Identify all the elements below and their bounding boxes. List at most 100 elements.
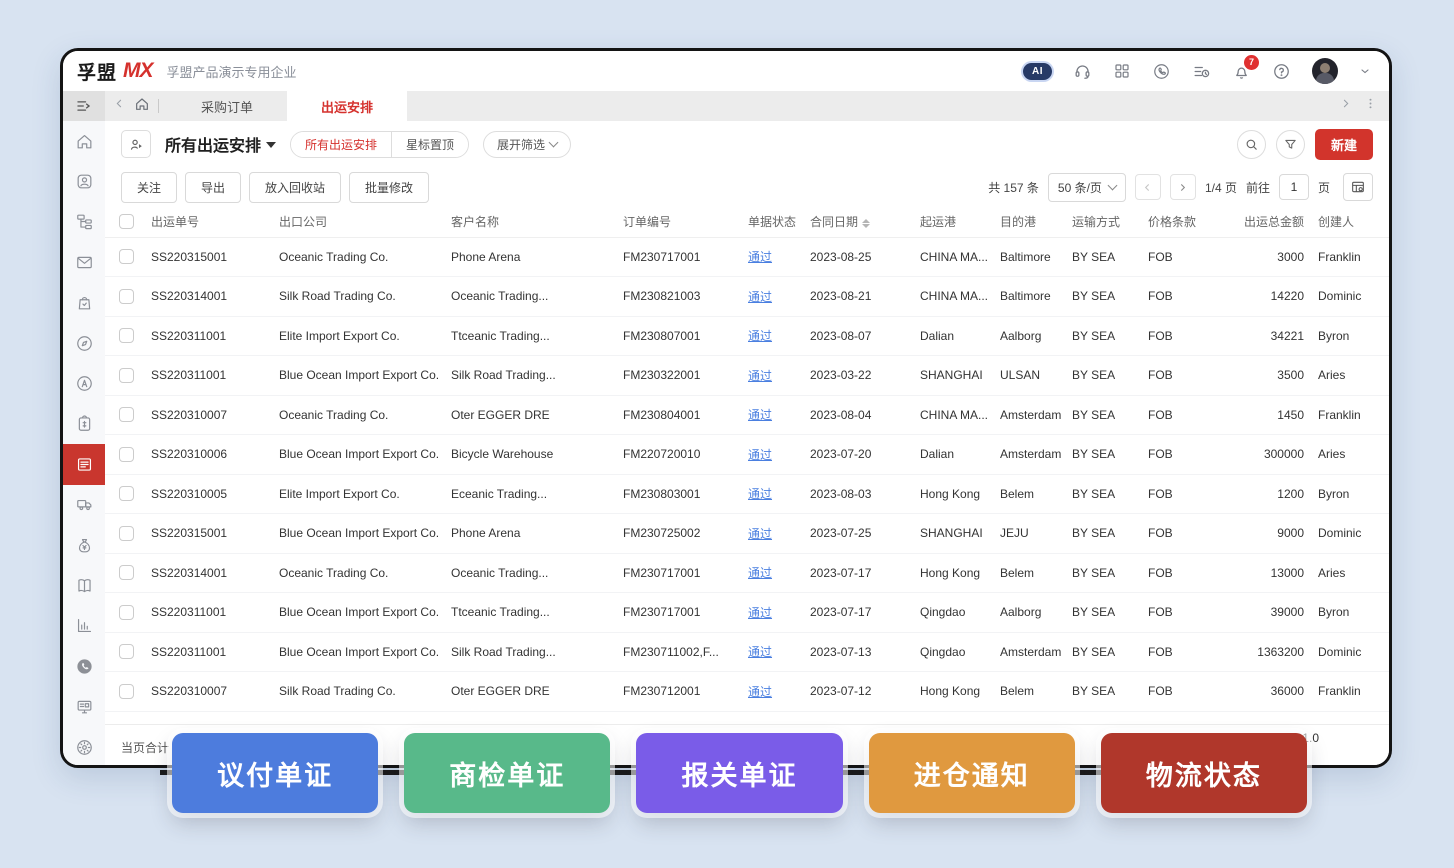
- batch-edit-button[interactable]: 批量修改: [349, 172, 429, 203]
- home-tab-icon[interactable]: [134, 96, 150, 117]
- tab-purchase-orders[interactable]: 采购订单: [167, 91, 287, 121]
- row-checkbox[interactable]: [119, 684, 134, 699]
- status-link[interactable]: 通过: [748, 448, 772, 462]
- sidebar-item-home[interactable]: [63, 121, 105, 161]
- flow-button-商检单证[interactable]: 商检单证: [404, 733, 610, 813]
- row-checkbox[interactable]: [119, 644, 134, 659]
- prev-page-button[interactable]: [1135, 174, 1161, 200]
- tab-shipping-arrangement[interactable]: 出运安排: [287, 91, 407, 121]
- sidebar-item-shipping-doc[interactable]: [63, 444, 105, 484]
- status-link[interactable]: 通过: [748, 645, 772, 659]
- follow-button[interactable]: 关注: [121, 172, 177, 203]
- status-link[interactable]: 通过: [748, 369, 772, 383]
- cell-customer: Silk Road Trading...: [447, 632, 619, 672]
- expand-filter-button[interactable]: 展开筛选: [483, 131, 571, 158]
- sidebar-item-compass[interactable]: [63, 323, 105, 363]
- sidebar-item-quote-clipboard[interactable]: [63, 404, 105, 444]
- help-icon[interactable]: [1272, 62, 1291, 81]
- pill-all-shipments[interactable]: 所有出运安排: [291, 132, 391, 157]
- funnel-filter-icon[interactable]: [1276, 130, 1305, 159]
- user-filter-icon[interactable]: [121, 130, 151, 158]
- sidebar-item-audit-a[interactable]: [63, 363, 105, 403]
- export-button[interactable]: 导出: [185, 172, 241, 203]
- history-list-icon[interactable]: [1192, 62, 1211, 81]
- row-checkbox[interactable]: [119, 486, 134, 501]
- cell-contract_date: 2023-07-20: [806, 435, 916, 475]
- status-link[interactable]: 通过: [748, 606, 772, 620]
- status-link[interactable]: 通过: [748, 566, 772, 580]
- whatsapp-icon[interactable]: [1152, 62, 1171, 81]
- sidebar-item-finance-money[interactable]: [63, 525, 105, 565]
- new-button[interactable]: 新建: [1315, 129, 1373, 160]
- column-header[interactable]: 合同日期: [806, 207, 916, 237]
- sidebar-item-report-chart[interactable]: [63, 606, 105, 646]
- sidebar-item-org-chart[interactable]: [63, 202, 105, 242]
- row-checkbox[interactable]: [119, 289, 134, 304]
- table-row[interactable]: SS220311001Blue Ocean Import Export Co.S…: [105, 356, 1389, 396]
- pagination: 共 157 条 50 条/页 1/4 页 前往 页: [988, 173, 1373, 202]
- headset-support-icon[interactable]: [1073, 62, 1092, 81]
- ai-assistant-icon[interactable]: AI: [1023, 63, 1052, 80]
- status-link[interactable]: 通过: [748, 487, 772, 501]
- table-row[interactable]: SS220314001Silk Road Trading Co.Oceanic …: [105, 277, 1389, 317]
- sort-icon[interactable]: [862, 219, 870, 228]
- sidebar-collapse-icon[interactable]: [63, 91, 105, 121]
- row-checkbox[interactable]: [119, 249, 134, 264]
- table-row[interactable]: SS220311001Blue Ocean Import Export Co.T…: [105, 593, 1389, 633]
- recycle-bin-button[interactable]: 放入回收站: [249, 172, 341, 203]
- apps-grid-icon[interactable]: [1113, 62, 1131, 80]
- search-icon[interactable]: [1237, 130, 1266, 159]
- status-link[interactable]: 通过: [748, 329, 772, 343]
- row-checkbox[interactable]: [119, 447, 134, 462]
- next-page-button[interactable]: [1170, 174, 1196, 200]
- sidebar-item-mail[interactable]: [63, 242, 105, 282]
- row-checkbox[interactable]: [119, 565, 134, 580]
- table-row[interactable]: SS220315001Oceanic Trading Co.Phone Aren…: [105, 237, 1389, 277]
- cell-ship_no: SS220310006: [147, 435, 275, 475]
- cell-order_no: FM230717001: [619, 553, 744, 593]
- table-row[interactable]: SS220310005Elite Import Export Co.Eceani…: [105, 474, 1389, 514]
- row-checkbox[interactable]: [119, 605, 134, 620]
- chevron-down-icon[interactable]: [1359, 65, 1371, 77]
- row-checkbox[interactable]: [119, 328, 134, 343]
- user-avatar[interactable]: [1312, 58, 1338, 84]
- sidebar-item-whatsapp[interactable]: [63, 646, 105, 686]
- page-size-select[interactable]: 50 条/页: [1048, 173, 1126, 202]
- column-settings-icon[interactable]: [1343, 173, 1373, 201]
- status-link[interactable]: 通过: [748, 290, 772, 304]
- cell-creator: Dominic: [1314, 632, 1389, 672]
- table-row[interactable]: SS220311001Elite Import Export Co.Ttcean…: [105, 316, 1389, 356]
- sidebar-item-ledger-book[interactable]: [63, 565, 105, 605]
- table-row[interactable]: SS220310007Silk Road Trading Co.Oter EGG…: [105, 672, 1389, 712]
- status-link[interactable]: 通过: [748, 408, 772, 422]
- cell-ship_no: SS220310007: [147, 395, 275, 435]
- back-chevron-icon[interactable]: [113, 97, 126, 115]
- status-link[interactable]: 通过: [748, 250, 772, 264]
- goto-page-input[interactable]: [1279, 174, 1309, 200]
- table-row[interactable]: SS220310006Blue Ocean Import Export Co.B…: [105, 435, 1389, 475]
- table-row[interactable]: SS220314001Oceanic Trading Co.Oceanic Tr…: [105, 553, 1389, 593]
- table-row[interactable]: SS220315001Blue Ocean Import Export Co.P…: [105, 514, 1389, 554]
- pill-starred-top[interactable]: 星标置顶: [391, 132, 468, 157]
- sidebar-item-logistics-truck[interactable]: [63, 485, 105, 525]
- forward-chevron-icon[interactable]: [1339, 97, 1352, 115]
- flow-button-议付单证[interactable]: 议付单证: [172, 733, 378, 813]
- kebab-menu-icon[interactable]: [1364, 97, 1377, 115]
- select-all-checkbox[interactable]: [119, 214, 134, 229]
- notifications-bell-icon[interactable]: 7: [1232, 62, 1251, 81]
- status-link[interactable]: 通过: [748, 685, 772, 699]
- status-link[interactable]: 通过: [748, 527, 772, 541]
- view-title-dropdown[interactable]: 所有出运安排: [165, 132, 276, 156]
- sidebar-item-orders-bag[interactable]: [63, 283, 105, 323]
- flow-button-物流状态[interactable]: 物流状态: [1101, 733, 1307, 813]
- flow-button-进仓通知[interactable]: 进仓通知: [869, 733, 1075, 813]
- table-row[interactable]: SS220310007Oceanic Trading Co.Oter EGGER…: [105, 395, 1389, 435]
- flow-button-报关单证[interactable]: 报关单证: [636, 733, 842, 813]
- sidebar-item-workbench-monitor[interactable]: [63, 686, 105, 726]
- row-checkbox[interactable]: [119, 526, 134, 541]
- row-checkbox[interactable]: [119, 368, 134, 383]
- row-checkbox[interactable]: [119, 407, 134, 422]
- sidebar-item-contacts[interactable]: [63, 161, 105, 201]
- table-row[interactable]: SS220311001Blue Ocean Import Export Co.S…: [105, 632, 1389, 672]
- sidebar-item-settings-gear[interactable]: [63, 727, 105, 767]
